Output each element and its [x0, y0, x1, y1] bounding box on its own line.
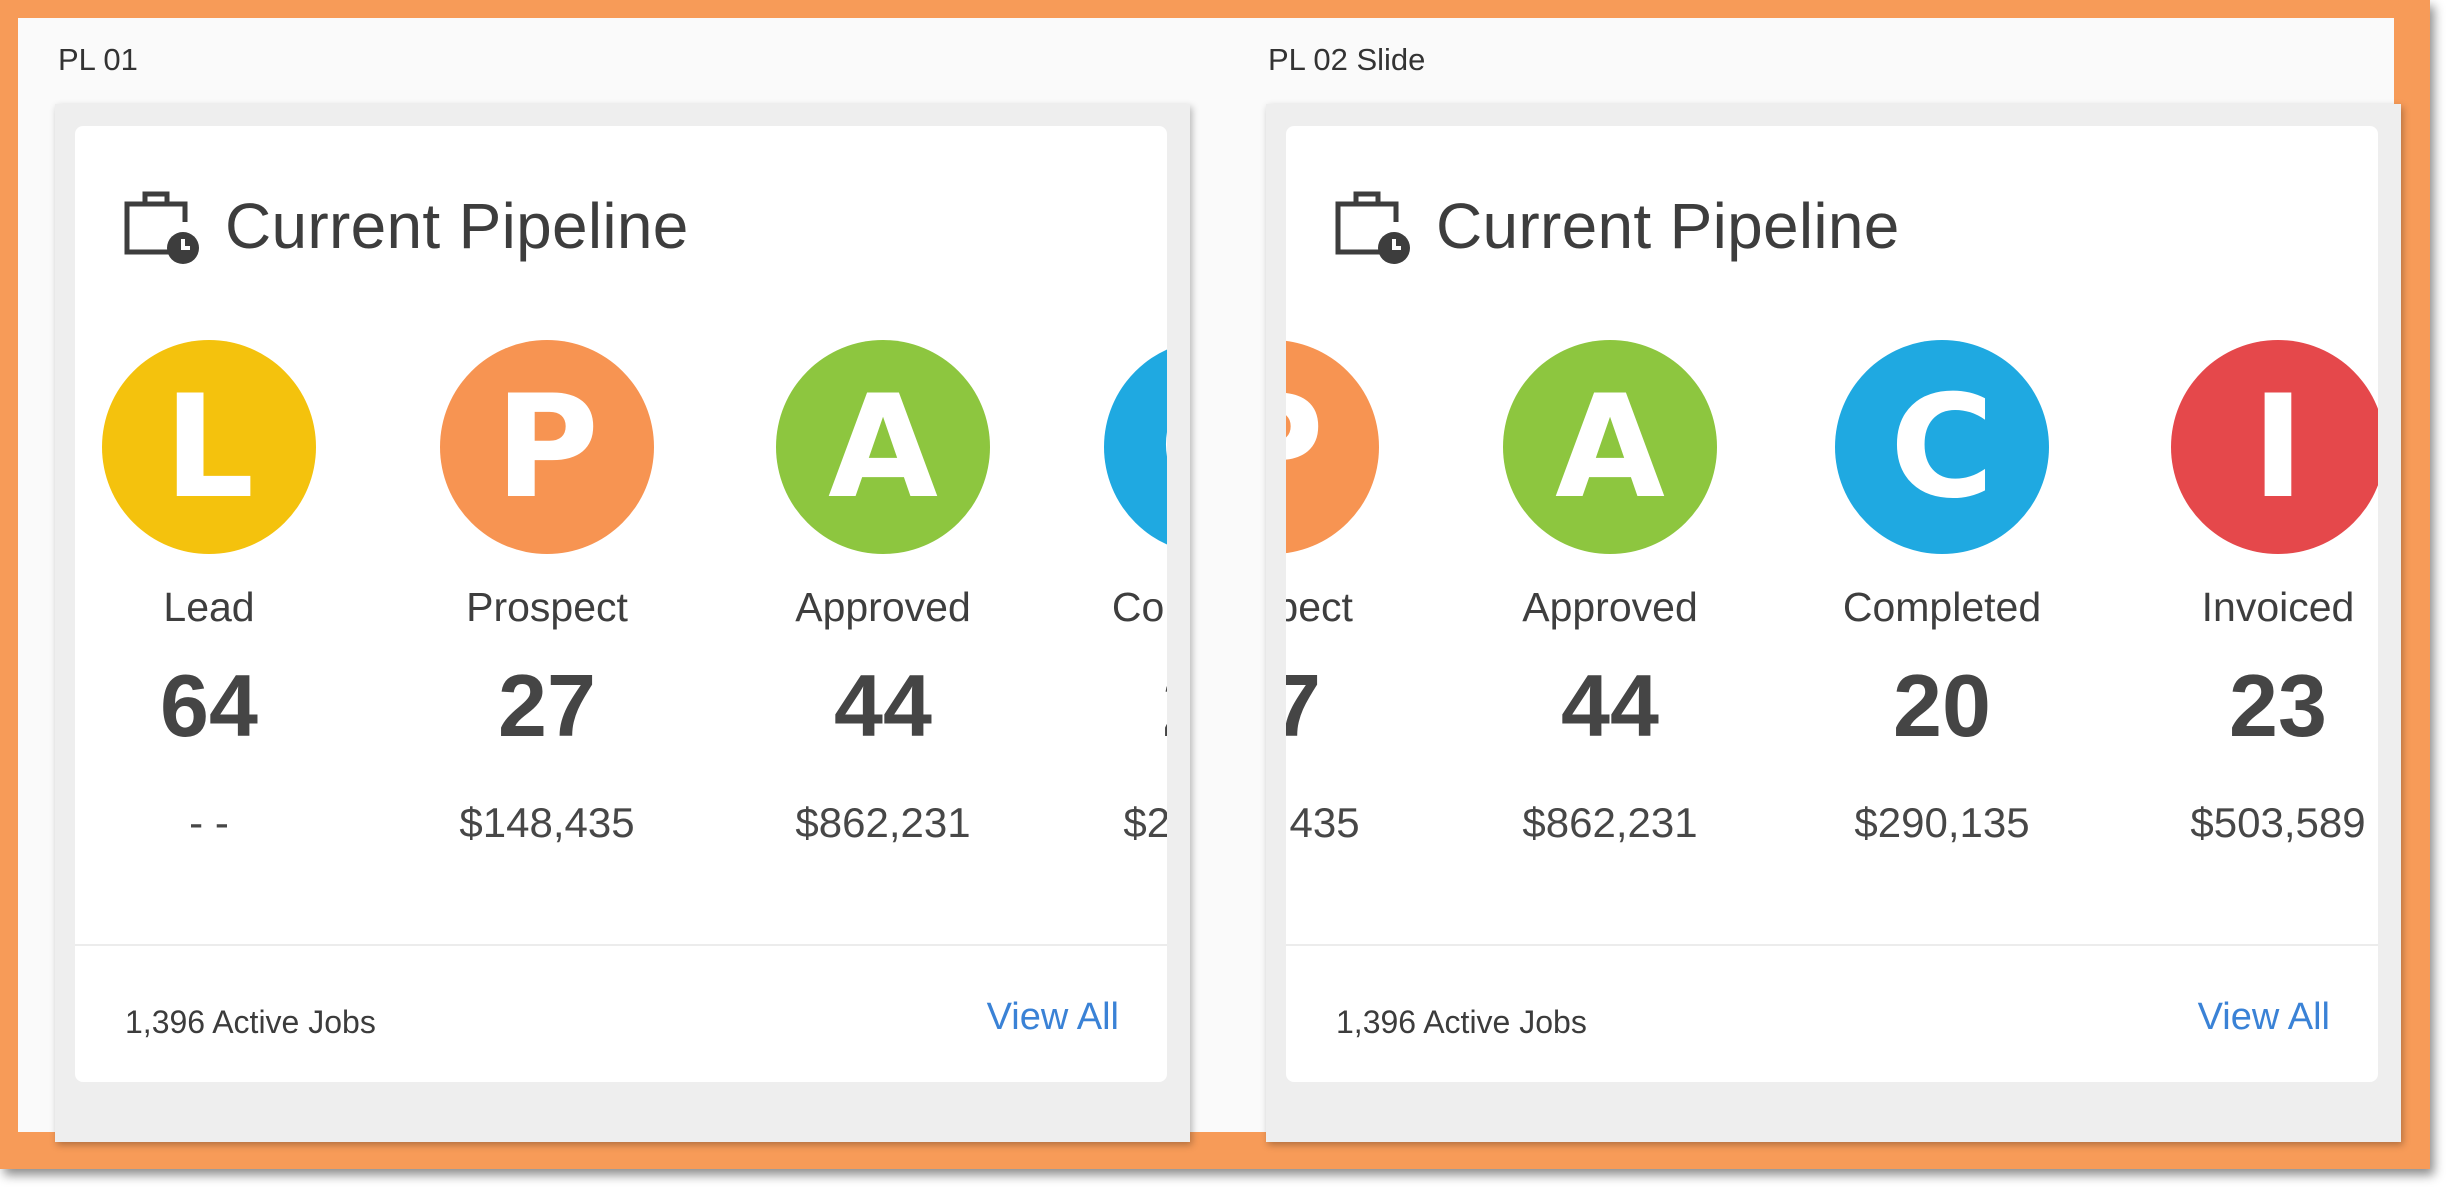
stage-badge-icon: C — [1835, 340, 2049, 554]
stage-amount: $862,231 — [795, 799, 971, 846]
stage-amount: $290,135 — [1123, 799, 1167, 846]
stage-badge-icon: A — [776, 340, 990, 554]
stage-badge-icon: L — [102, 340, 316, 554]
stage-badge-icon: P — [1286, 340, 1379, 554]
stage-completed[interactable]: C Completed 20 $290,135 — [1091, 340, 1167, 850]
stage-name: Completed — [1842, 584, 2042, 630]
card-title: Current Pipeline — [225, 190, 689, 262]
card-divider — [1286, 944, 2378, 946]
view-all-link[interactable]: View All — [987, 996, 1119, 1039]
stage-count: 44 — [834, 656, 932, 755]
pipeline-card: Current Pipeline L Lead 64 - - P Prospec… — [75, 126, 1167, 1082]
artboard-canvas: PL 01 PL 02 Slide Current Pipeline L Lea… — [18, 18, 2401, 1142]
presentation-frame: PL 01 PL 02 Slide Current Pipeline L Lea… — [0, 0, 2430, 1169]
stage-count: 20 — [1091, 656, 1167, 756]
pipeline-panel-pl02: Current Pipeline P Prospect 27 $148,435 … — [1266, 104, 2401, 1142]
stage-amount: $503,589 — [2190, 799, 2366, 846]
stage-name: Completed — [1111, 584, 1167, 630]
stage-amount: $862,231 — [1522, 799, 1698, 846]
stage-count: 27 — [1286, 656, 1321, 755]
stage-approved[interactable]: A Approved 44 $862,231 — [763, 340, 1003, 850]
stage-count: 20 — [1893, 656, 1991, 755]
stage-prospect[interactable]: P Prospect 27 $148,435 — [1286, 340, 1392, 850]
card-header: Current Pipeline — [121, 186, 689, 266]
card-header: Current Pipeline — [1332, 186, 1900, 266]
stage-count: 64 — [160, 656, 258, 755]
stage-amount: - - — [189, 799, 229, 846]
stage-approved[interactable]: A Approved 44 $862,231 — [1490, 340, 1730, 850]
stage-count: 44 — [1561, 656, 1659, 755]
stage-invoiced[interactable]: I Invoiced 23 $503,589 — [2158, 340, 2378, 850]
stage-count: 23 — [2229, 656, 2327, 755]
frame-label-pl01: PL 01 — [58, 42, 138, 77]
stage-name: Prospect — [1286, 584, 1353, 630]
stage-amount: $148,435 — [459, 799, 635, 846]
view-all-link[interactable]: View All — [2198, 996, 2330, 1039]
stage-badge-icon: C — [1104, 340, 1167, 554]
stage-carousel[interactable]: P Prospect 27 $148,435 A Approved 44 $86… — [1286, 340, 2378, 846]
stage-name: Approved — [1522, 584, 1698, 630]
stage-name: Lead — [163, 584, 255, 630]
card-divider — [75, 944, 1167, 946]
stage-lead[interactable]: L Lead 64 - - — [89, 340, 329, 850]
stage-badge-icon: A — [1503, 340, 1717, 554]
stage-amount: $148,435 — [1286, 799, 1360, 846]
stage-name: Invoiced — [2201, 584, 2355, 630]
stage-name: Prospect — [466, 584, 628, 630]
pipeline-card: Current Pipeline P Prospect 27 $148,435 … — [1286, 126, 2378, 1082]
stage-prospect[interactable]: P Prospect 27 $148,435 — [427, 340, 667, 850]
card-title: Current Pipeline — [1436, 190, 1900, 262]
stage-amount: $290,135 — [1854, 799, 2030, 846]
stage-badge-icon: I — [2171, 340, 2378, 554]
stage-badge-icon: P — [440, 340, 654, 554]
active-jobs-count: 1,396 Active Jobs — [1336, 1004, 1587, 1040]
stage-carousel[interactable]: L Lead 64 - - P Prospect 27 $148,435 A A… — [75, 340, 1167, 846]
briefcase-clock-icon — [124, 191, 199, 264]
stage-count: 27 — [498, 656, 596, 755]
stage-completed[interactable]: C Completed 20 $290,135 — [1822, 340, 2062, 850]
stage-name: Approved — [795, 584, 971, 630]
briefcase-clock-icon — [1335, 191, 1410, 264]
pipeline-panel-pl01: Current Pipeline L Lead 64 - - P Prospec… — [55, 104, 1190, 1142]
active-jobs-count: 1,396 Active Jobs — [125, 1004, 376, 1040]
frame-label-pl02: PL 02 Slide — [1268, 42, 1426, 77]
